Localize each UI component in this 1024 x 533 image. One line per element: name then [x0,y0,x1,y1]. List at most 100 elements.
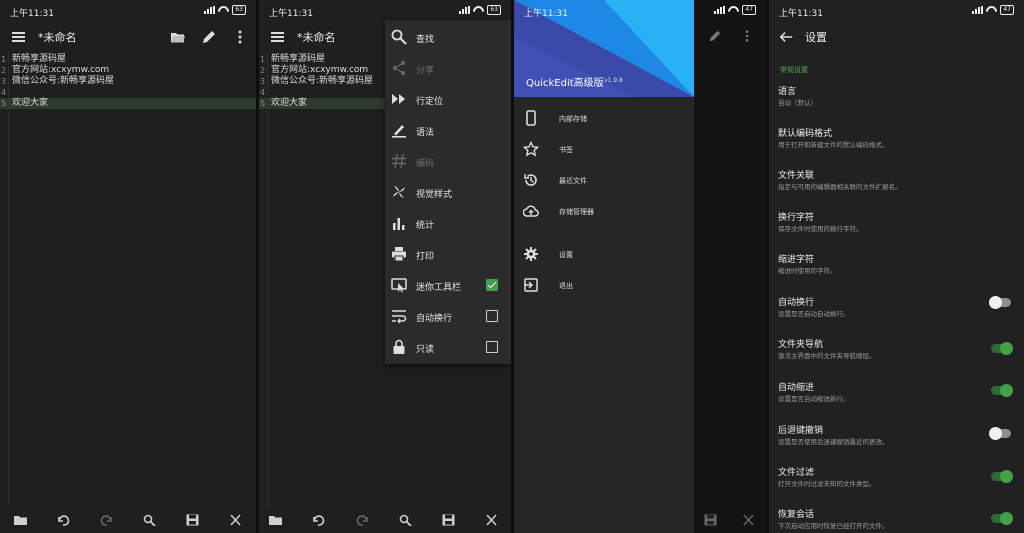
share-icon [392,60,406,76]
save-icon[interactable] [186,514,199,526]
signal-icon [972,6,984,14]
goto-line-icon [392,94,405,104]
bottom-toolbar [0,507,256,533]
drawer-item-storage-manager[interactable]: 存储管理器 [514,196,694,226]
settings-title: 设置 [805,31,827,44]
setting-folder-nav[interactable]: 文件夹导航 激活主界面中的文件夹导航顺层。 [769,337,1024,379]
back-arrow-icon[interactable] [779,30,793,44]
status-time: 上午11:31 [524,9,568,19]
menu-item-find[interactable]: 查找 [385,22,512,53]
close-icon[interactable] [485,514,498,526]
app-bar: *未命名 [0,22,256,52]
search-icon[interactable] [399,514,412,526]
read-only-checkbox[interactable] [486,341,498,353]
menu-item-syntax[interactable]: 语法 [385,115,512,146]
setting-auto-indent[interactable]: 自动缩进 设置是否自动缩进新行。 [769,380,1024,422]
phone-icon [526,110,536,126]
status-bar: 上午11:31 47 [769,0,1024,22]
mini-toolbar-icon [391,278,407,293]
more-vert-icon [745,30,749,42]
menu-item-encoding[interactable]: 编码 [385,146,512,177]
drawer-item-recent-files[interactable]: 最近文件 [514,165,694,195]
theme-icon [393,186,405,198]
setting-file-filter[interactable]: 文件过滤 打开文件时过滤未知的文件类型。 [769,465,1024,507]
mini-toolbar-checkbox[interactable] [486,279,498,291]
folder-icon[interactable] [14,514,27,526]
setting-file-association[interactable]: 文件关联 指定与可用的编辑器相关联的文件扩展名。 [769,168,1024,210]
setting-auto-wrap[interactable]: 自动换行 设置是否启动自动换行。 [769,295,1024,337]
folder-nav-toggle[interactable] [991,342,1013,355]
editor-line-current[interactable]: 5 欢迎大家 [0,98,256,109]
menu-item-print[interactable]: 打印 [385,239,512,270]
settings-screen: 上午11:31 47 设置 常规设置 语言 自动（默认） 默认编码格式 用于打开和新… [769,0,1024,533]
word-wrap-checkbox[interactable] [486,310,498,322]
app-name: QuickEdit高级版 [526,78,604,89]
setting-restore-session[interactable]: 恢复会话 下次启动应用时恢复已经打开的文件。 [769,507,1024,533]
search-icon [391,29,407,45]
editor-line[interactable]: 2 官方网站:xcxymw.com [0,65,256,76]
setting-default-encoding[interactable]: 默认编码格式 用于打开和新建文件的默认编码格式。 [769,126,1024,168]
status-bar: 上午11:31 63 [0,0,256,22]
file-filter-toggle[interactable] [991,470,1013,483]
menu-item-goto-line[interactable]: 行定位 [385,84,512,115]
redo-icon[interactable] [356,514,369,526]
signal-icon [459,6,471,14]
auto-indent-toggle[interactable] [991,384,1013,397]
app-version: v1.9.8 [604,77,623,84]
menu-icon[interactable] [271,32,284,42]
line-number-gutter [259,52,268,507]
redo-icon[interactable] [100,514,113,526]
more-vert-icon[interactable] [232,29,248,45]
status-bar: 上午11:31 63 [259,0,511,22]
wifi-icon [218,6,229,14]
battery-icon: 63 [232,5,246,15]
editor-screen: 上午11:31 63 *未命名 1 新畅享源码屋 2 官方网站:xcxymw.com… [0,0,256,533]
setting-indent-char[interactable]: 缩进字符 缩进时使用的字符。 [769,252,1024,294]
drawer-screen: 上午11:31 47 QuickEdit高级版 v1.9.8 内部存储 书签 最… [514,0,766,533]
menu-icon[interactable] [12,32,25,42]
wifi-icon [986,6,997,14]
edit-icon[interactable] [201,29,217,45]
menu-item-stats[interactable]: 统计 [385,208,512,239]
editor-line[interactable]: 1 新畅享源码屋 [0,54,256,65]
back-undo-toggle[interactable] [989,427,1011,440]
menu-item-read-only[interactable]: 只读 [385,332,512,363]
search-icon[interactable] [143,514,156,526]
document-title: *未命名 [38,31,77,44]
editor-line[interactable]: 4 [0,87,256,98]
setting-back-undo[interactable]: 后退键撤销 设置是否使用后退键撤销最近的更改。 [769,423,1024,465]
drawer-item-bookmarks[interactable]: 书签 [514,134,694,164]
setting-line-break[interactable]: 换行字符 保存文件时使用的换行字符。 [769,210,1024,252]
drawer-item-settings[interactable]: 设置 [514,239,694,269]
menu-item-word-wrap[interactable]: 自动换行 [385,301,512,332]
line-number-gutter [0,52,9,507]
bottom-toolbar [259,507,511,533]
undo-icon[interactable] [312,514,325,526]
setting-language[interactable]: 语言 自动（默认） [769,84,1024,126]
menu-item-mini-toolbar[interactable]: 迷你工具栏 [385,270,512,301]
auto-wrap-toggle[interactable] [989,296,1011,309]
status-time: 上午11:31 [10,9,54,19]
navigation-drawer: QuickEdit高级版 v1.9.8 内部存储 书签 最近文件 存储管理器 设… [514,0,694,533]
folder-icon[interactable] [269,514,282,526]
document-title: *未命名 [297,31,336,44]
folder-open-icon[interactable] [170,29,186,45]
menu-item-share[interactable]: 分享 [385,53,512,84]
cloud-upload-icon [523,205,539,217]
restore-session-toggle[interactable] [991,512,1013,525]
close-icon[interactable] [229,514,242,526]
signal-icon [204,6,216,14]
menu-item-theme[interactable]: 视觉样式 [385,177,512,208]
settings-app-bar: 设置 [769,22,1024,52]
section-header-general: 常规设置 [780,66,808,74]
drawer-item-internal-storage[interactable]: 内部存储 [514,103,694,133]
scrim[interactable] [694,0,766,533]
lock-icon [393,339,405,354]
save-icon[interactable] [442,514,455,526]
undo-icon[interactable] [57,514,70,526]
editor-line[interactable]: 3 微信公众号:新畅享源码屋 [0,76,256,87]
text-editor[interactable]: 1 新畅享源码屋 2 官方网站:xcxymw.com 3 微信公众号:新畅享源码屋 4… [0,52,256,507]
battery-icon: 63 [487,5,501,15]
drawer-item-exit[interactable]: 退出 [514,270,694,300]
overflow-menu: 查找 分享 行定位 语法 编码 视觉样式 统计 打印 迷你工具栏 自动换行 只读 [385,20,512,364]
